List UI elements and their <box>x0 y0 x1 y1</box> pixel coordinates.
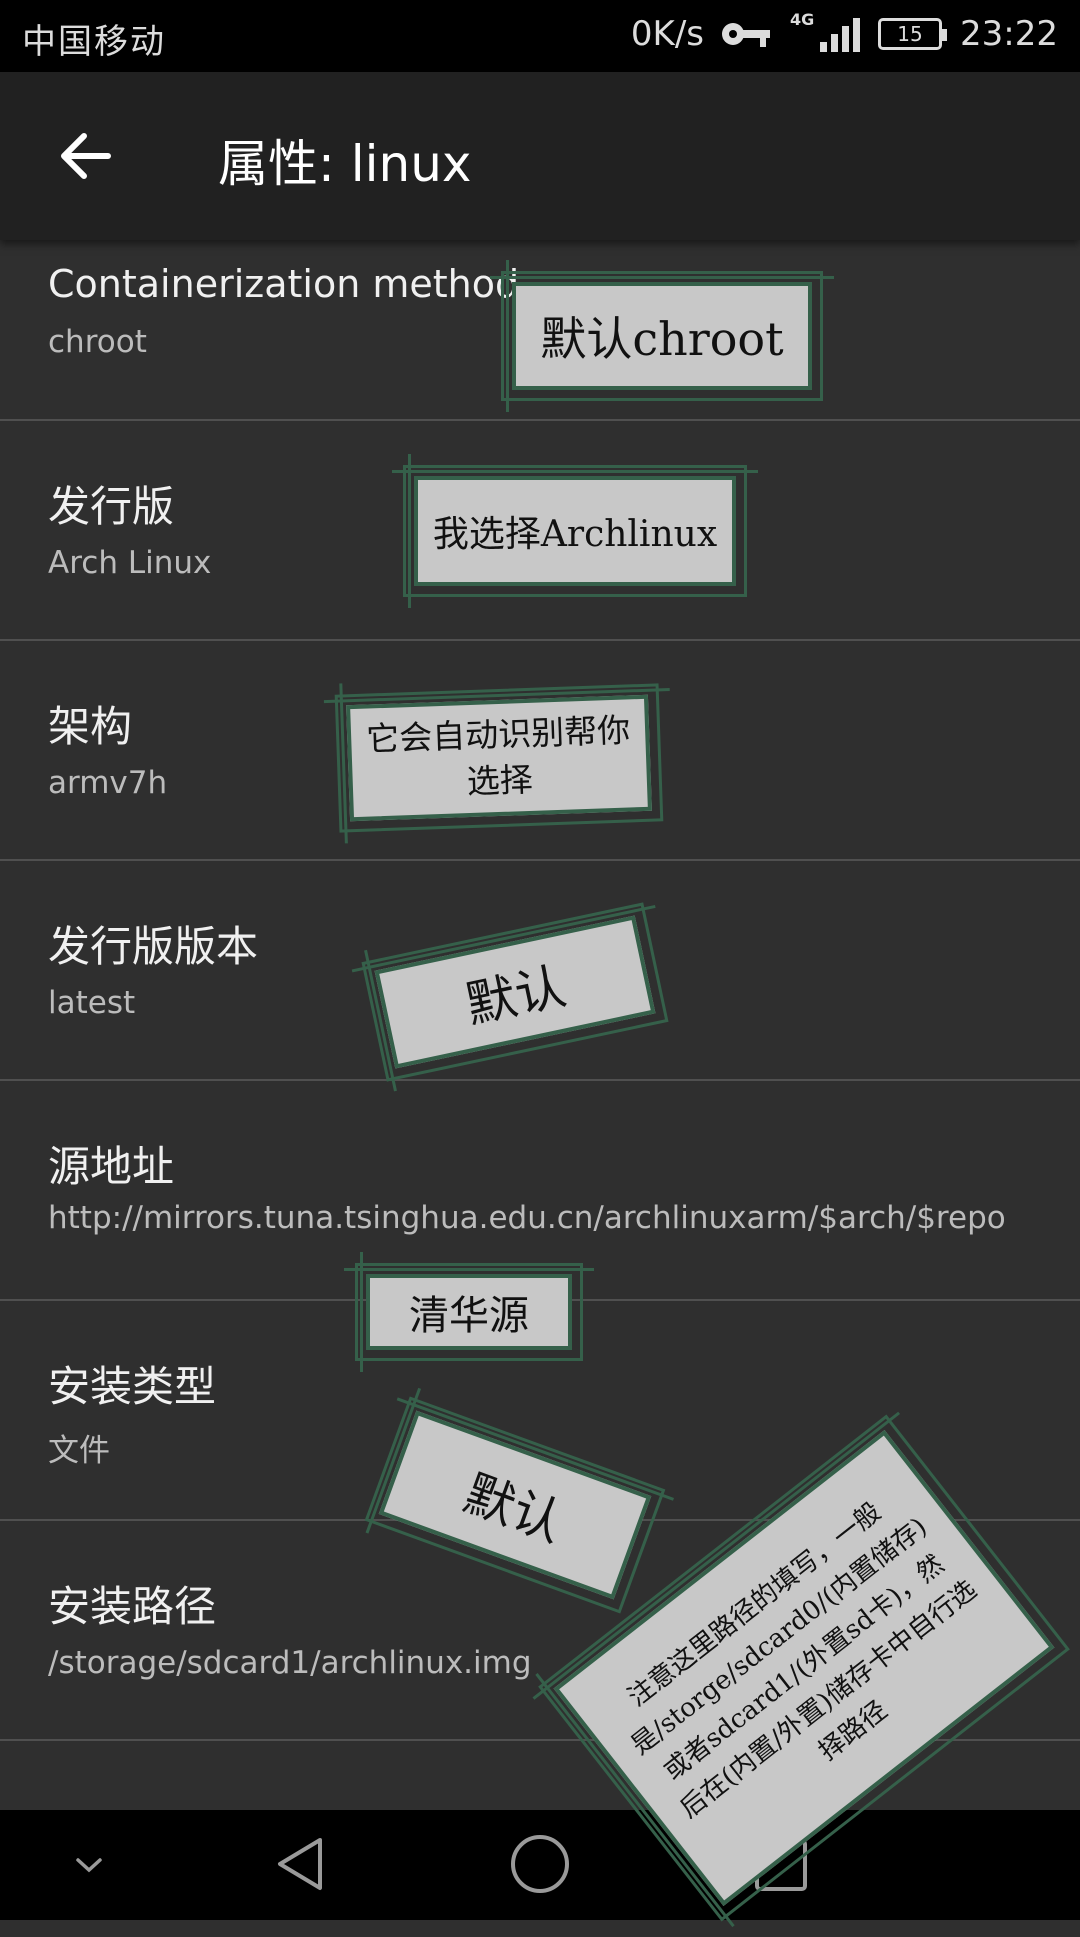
row-label: 安装类型 <box>48 1362 217 1411</box>
row-label: 发行版 <box>48 482 175 531</box>
carrier-name: 中国移动 <box>22 22 166 62</box>
network-speed: 0K/s <box>630 14 705 54</box>
circle-home-icon[interactable] <box>508 1832 572 1896</box>
battery-level: 15 <box>897 22 923 46</box>
row-value: armv7h <box>48 765 168 801</box>
status-icons: 0K/s 4G 15 23:22 <box>630 10 1058 54</box>
row-label: 源地址 <box>48 1142 175 1191</box>
row-label: 架构 <box>48 702 133 751</box>
row-value: /storage/sdcard1/archlinux.img <box>48 1645 532 1681</box>
triangle-back-icon[interactable] <box>270 1834 330 1894</box>
vpn-key-icon <box>722 19 772 49</box>
row-value: chroot <box>48 324 147 360</box>
signal-icon: 4G <box>790 10 861 52</box>
row-value: latest <box>48 985 136 1021</box>
chevron-down-icon[interactable] <box>72 1848 106 1882</box>
arrow-left-icon[interactable] <box>56 126 116 186</box>
row-value: 文件 <box>48 1433 110 1469</box>
row-value: Arch Linux <box>48 545 212 581</box>
page-title: 属性: linux <box>218 135 472 193</box>
annotation-choose-arch: 我选择Archlinux <box>392 454 758 608</box>
annotation-default-chroot: 默认chroot <box>490 260 834 412</box>
row-label: Containerization method <box>48 262 520 306</box>
status-bar: 中国移动 0K/s 4G 15 23:22 <box>0 0 1080 72</box>
battery-icon: 15 <box>878 18 948 50</box>
annotation-tsinghua-mirror: 清华源 <box>344 1252 594 1372</box>
row-label: 发行版版本 <box>48 922 259 971</box>
clock: 23:22 <box>960 14 1058 54</box>
navigation-bar <box>0 1810 1080 1920</box>
row-value: http://mirrors.tuna.tsinghua.edu.cn/arch… <box>48 1200 1006 1236</box>
row-label: 安装路径 <box>48 1582 217 1631</box>
network-type: 4G <box>790 10 815 29</box>
app-toolbar: 属性: linux <box>0 72 1080 240</box>
annotation-auto-arch: 它会自动识别帮你选择 <box>334 682 664 834</box>
